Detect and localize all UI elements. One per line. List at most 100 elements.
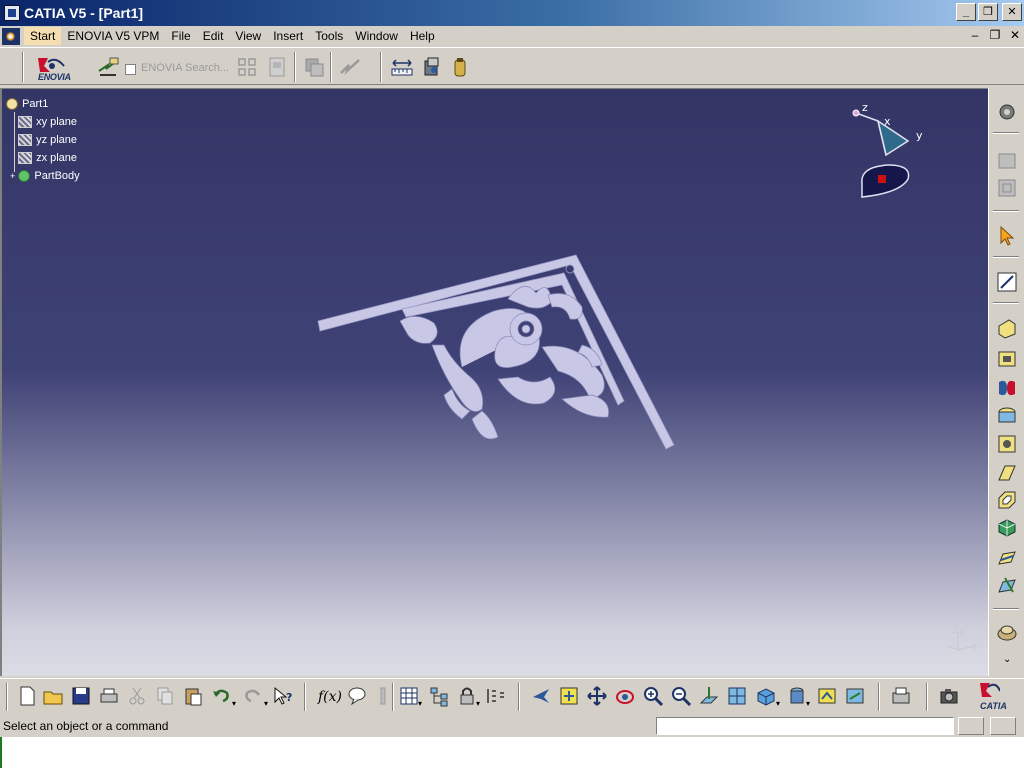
table-dropdown-icon[interactable]: ▾	[418, 699, 422, 708]
zoom-out-icon[interactable]	[670, 685, 692, 707]
doc-minimize-icon[interactable]: –	[968, 28, 982, 42]
doc-restore-icon[interactable]: ❐	[988, 28, 1002, 42]
transformation-icon[interactable]	[995, 574, 1019, 598]
pocket-icon[interactable]	[995, 346, 1019, 370]
menu-window[interactable]: Window	[349, 27, 404, 45]
measure-icon[interactable]	[390, 55, 414, 79]
design-table-icon[interactable]	[398, 685, 420, 707]
normal-view-icon[interactable]	[698, 685, 720, 707]
compass-x-label: x	[884, 115, 891, 128]
toolbar-overflow-icon[interactable]: ⌄	[1003, 654, 1011, 665]
shell-icon[interactable]	[995, 488, 1019, 512]
cut-icon[interactable]	[126, 685, 148, 707]
enovia-search-checkbox[interactable]	[125, 64, 136, 75]
partbody-icon	[18, 170, 31, 183]
command-history-button[interactable]	[958, 717, 984, 735]
catalog-icon[interactable]	[995, 148, 1019, 172]
shading-dropdown-icon[interactable]: ▾	[806, 699, 810, 708]
pad-icon[interactable]	[995, 316, 1019, 340]
tree-item-partbody[interactable]: + PartBody	[6, 167, 80, 185]
fit-all-icon[interactable]	[558, 685, 580, 707]
catia-app-icon[interactable]	[4, 5, 20, 21]
knowledge-rule-icon[interactable]	[372, 685, 394, 707]
3d-viewport[interactable]: Part1 xy plane yz plane zx plane + PartB…	[0, 88, 988, 676]
tree-item-label: xy plane	[36, 116, 78, 128]
surface-based-icon[interactable]	[995, 546, 1019, 570]
shaft-icon[interactable]	[995, 376, 1019, 400]
ornament-part-geometry[interactable]	[312, 249, 682, 459]
capture-camera-icon[interactable]	[938, 685, 960, 707]
copy-icon[interactable]	[154, 685, 176, 707]
menu-edit[interactable]: Edit	[197, 27, 230, 45]
catia-menu-icon[interactable]	[2, 27, 20, 45]
open-folder-icon[interactable]	[42, 685, 64, 707]
tree-item-xy-plane[interactable]: xy plane	[6, 113, 80, 131]
hide-show-icon[interactable]	[816, 685, 838, 707]
equation-icon[interactable]	[484, 685, 506, 707]
knowledge-comment-icon[interactable]	[346, 685, 368, 707]
tree-item-zx-plane[interactable]: zx plane	[6, 149, 80, 167]
menu-start[interactable]: Start	[24, 27, 62, 45]
lock-dropdown-icon[interactable]: ▾	[476, 699, 480, 708]
zoom-in-icon[interactable]	[642, 685, 664, 707]
menu-file[interactable]: File	[165, 27, 196, 45]
undo-icon[interactable]	[210, 685, 232, 707]
redo-icon[interactable]	[242, 685, 264, 707]
enovia-toolbar: ENOVIA ENOVIA Search...	[0, 47, 1024, 85]
select-arrow-icon[interactable]	[995, 224, 1019, 248]
command-cancel-button[interactable]	[990, 717, 1016, 735]
paste-icon[interactable]	[182, 685, 204, 707]
menu-help[interactable]: Help	[404, 27, 441, 45]
minimize-button[interactable]: _	[956, 3, 976, 21]
draft-icon[interactable]	[995, 460, 1019, 484]
material-icon[interactable]	[448, 55, 472, 79]
tree-structure-icon[interactable]	[428, 685, 450, 707]
apply-material-icon[interactable]	[995, 620, 1019, 644]
expand-icon[interactable]: +	[10, 171, 15, 181]
menu-view[interactable]: View	[229, 27, 267, 45]
tree-item-yz-plane[interactable]: yz plane	[6, 131, 80, 149]
lock-icon[interactable]	[456, 685, 478, 707]
redo-dropdown-icon[interactable]: ▾	[264, 699, 268, 708]
new-document-icon[interactable]	[16, 685, 38, 707]
enovia-tree-icon[interactable]	[235, 55, 259, 79]
rib-icon[interactable]	[995, 432, 1019, 456]
restore-button[interactable]: ❐	[978, 3, 998, 21]
fly-mode-icon[interactable]	[530, 685, 552, 707]
enovia-document-icon[interactable]	[265, 55, 289, 79]
isometric-view-icon[interactable]	[754, 685, 776, 707]
menu-tools[interactable]: Tools	[309, 27, 349, 45]
enovia-refresh-icon[interactable]	[338, 55, 362, 79]
view-dropdown-icon[interactable]: ▾	[776, 699, 780, 708]
multi-view-icon[interactable]	[726, 685, 748, 707]
rotate-icon[interactable]	[614, 685, 636, 707]
workbench-icon[interactable]	[890, 685, 912, 707]
swap-visible-space-icon[interactable]	[844, 685, 866, 707]
enovia-save-icon[interactable]	[302, 55, 326, 79]
power-input-field[interactable]	[656, 717, 954, 735]
doc-close-icon[interactable]: ✕	[1008, 28, 1022, 42]
menu-insert[interactable]: Insert	[267, 27, 309, 45]
compass-icon[interactable]: z x y	[848, 103, 938, 203]
close-button[interactable]: ✕	[1002, 3, 1022, 21]
product-icon[interactable]	[995, 176, 1019, 200]
hole-icon[interactable]	[995, 404, 1019, 428]
sketcher-icon[interactable]	[995, 270, 1019, 294]
print-icon[interactable]	[98, 685, 120, 707]
whats-this-icon[interactable]: ?	[272, 685, 294, 707]
toolbar-separator	[6, 683, 8, 711]
save-icon[interactable]	[70, 685, 92, 707]
boolean-cube-icon[interactable]	[995, 516, 1019, 540]
menu-enovia[interactable]: ENOVIA V5 VPM	[61, 27, 165, 45]
pan-icon[interactable]	[586, 685, 608, 707]
analysis-icon[interactable]	[420, 55, 444, 79]
shading-icon[interactable]	[786, 685, 808, 707]
undo-dropdown-icon[interactable]: ▾	[232, 699, 236, 708]
toolbar-separator	[993, 608, 1019, 610]
enovia-connect-icon[interactable]	[96, 55, 120, 79]
part-design-toolbar: ⌄	[988, 88, 1024, 676]
gear-icon[interactable]	[995, 100, 1019, 124]
formula-icon[interactable]: f(x)	[318, 689, 342, 705]
catia-logo-icon[interactable]	[976, 681, 1000, 703]
tree-item-part1[interactable]: Part1	[6, 95, 80, 113]
